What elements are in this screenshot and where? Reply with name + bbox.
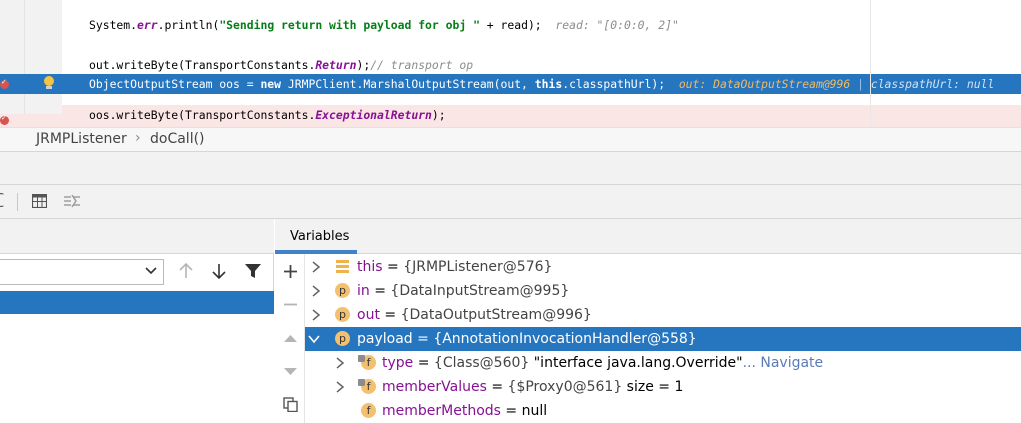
- tab-variables[interactable]: Variables: [275, 219, 357, 254]
- thread-selector[interactable]: [0, 259, 164, 285]
- breadcrumb-separator: ›: [135, 130, 141, 146]
- variable-row[interactable]: f memberValues = {$Proxy0@561} size = 1: [305, 375, 1021, 399]
- chevron-right-icon[interactable]: [335, 381, 345, 393]
- stack-frame-icon: [336, 260, 349, 273]
- move-down-icon[interactable]: [283, 364, 298, 379]
- arrow-up-icon[interactable]: [178, 262, 194, 280]
- field-icon: f: [361, 403, 376, 418]
- final-lock-icon: [358, 379, 365, 386]
- chevron-right-icon[interactable]: [311, 309, 321, 321]
- breakpoint-icon[interactable]: ✓: [0, 114, 9, 125]
- code-editor[interactable]: ✓ ✓ System.err.println("Sending return w…: [0, 0, 1021, 127]
- chevron-down-icon[interactable]: [144, 264, 158, 278]
- intention-bulb-icon[interactable]: [43, 76, 55, 90]
- breadcrumb-class[interactable]: JRMPListener: [36, 131, 127, 147]
- code-line[interactable]: System.err.println("Sending return with …: [62, 15, 1021, 35]
- variable-row[interactable]: p out = {DataOutputStream@996}: [305, 303, 1021, 327]
- variable-row-selected[interactable]: p payload = {AnnotationInvocationHandler…: [305, 327, 1021, 351]
- remove-watch-icon[interactable]: [283, 297, 298, 312]
- error-line-gutter-highlight: [0, 114, 62, 127]
- arrow-down-icon[interactable]: [211, 262, 227, 280]
- debug-tool-window-header: [0, 152, 1021, 185]
- current-execution-line[interactable]: ObjectOutputStream oos = new JRMPClient.…: [62, 74, 1021, 94]
- right-margin-guide: [870, 0, 871, 127]
- toolbar-separator: [17, 193, 18, 211]
- variable-row[interactable]: f type = {Class@560} "interface java.lan…: [305, 351, 1021, 375]
- frames-header: [0, 219, 274, 254]
- gutter-divider: [24, 0, 25, 127]
- selected-frame-row[interactable]: [0, 291, 274, 314]
- copy-icon[interactable]: [283, 397, 298, 412]
- navigate-link[interactable]: ... Navigate: [743, 355, 824, 371]
- parameter-icon: p: [335, 283, 350, 298]
- chevron-down-icon[interactable]: [308, 333, 320, 345]
- final-lock-icon: [358, 355, 365, 362]
- breadcrumb: JRMPListener › doCall(): [0, 127, 1021, 152]
- variables-tabbar: Variables: [275, 219, 1021, 254]
- variable-row[interactable]: p in = {DataInputStream@995}: [305, 279, 1021, 303]
- restore-layout-icon[interactable]: [63, 194, 81, 208]
- code-line[interactable]: oos.writeByte(TransportConstants.Excepti…: [62, 105, 1021, 127]
- partial-toolbar-icon[interactable]: ʗ: [0, 192, 4, 208]
- chevron-right-icon[interactable]: [311, 285, 321, 297]
- parameter-icon: p: [335, 307, 350, 322]
- add-watch-icon[interactable]: [283, 264, 298, 279]
- variables-sidebar: [275, 254, 305, 423]
- parameter-icon: p: [335, 331, 350, 346]
- code-line[interactable]: out.writeByte(TransportConstants.Return)…: [62, 55, 1021, 75]
- table-icon[interactable]: [32, 194, 47, 208]
- editor-gutter[interactable]: [0, 0, 62, 127]
- frames-panel: [0, 219, 274, 423]
- variable-row[interactable]: this = {JRMPListener@576}: [305, 255, 1021, 279]
- debugger-toolbar: ʗ: [0, 185, 1021, 219]
- inline-value-hint: read: "[0:0:0, 2]": [555, 18, 679, 32]
- inline-value-hint: classpathUrl: null: [870, 77, 995, 91]
- filter-icon[interactable]: [244, 263, 262, 279]
- chevron-right-icon[interactable]: [311, 261, 321, 273]
- inline-value-hint: out: DataOutputStream@996: [678, 77, 851, 91]
- variables-panel: Variables this = {JRMPListener@576} p in…: [275, 219, 1021, 423]
- frames-list[interactable]: [0, 314, 274, 423]
- breadcrumb-method[interactable]: doCall(): [150, 131, 205, 147]
- move-up-icon[interactable]: [283, 331, 298, 346]
- variable-row[interactable]: f memberMethods = null: [305, 399, 1021, 423]
- breakpoint-icon[interactable]: ✓: [0, 78, 9, 89]
- chevron-right-icon[interactable]: [335, 357, 345, 369]
